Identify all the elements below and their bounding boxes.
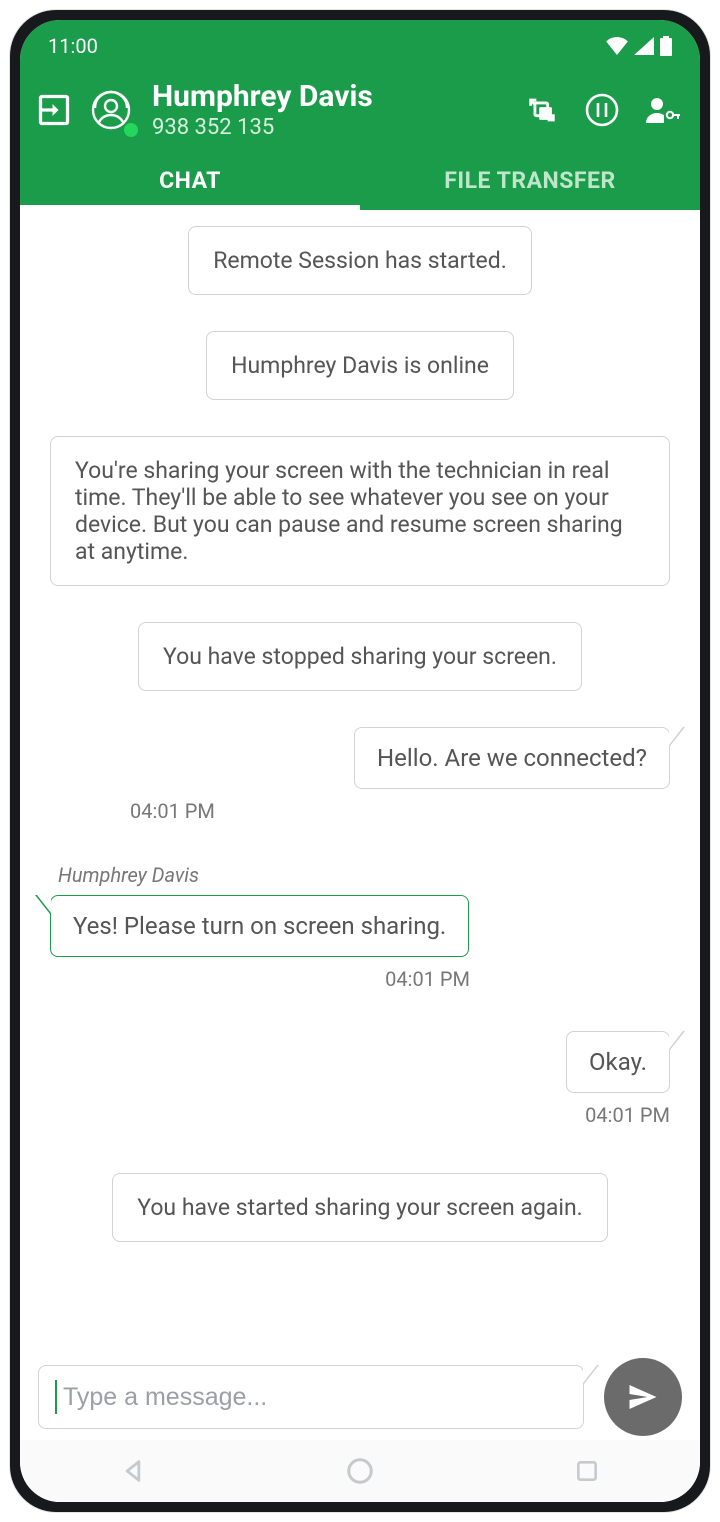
user-key-button[interactable] — [642, 90, 682, 130]
tab-chat[interactable]: CHAT — [20, 150, 360, 210]
nav-recent-button[interactable] — [569, 1453, 605, 1489]
composer — [20, 1348, 700, 1440]
message-time: 04:01 PM — [130, 1103, 670, 1127]
system-message: You're sharing your screen with the tech… — [50, 436, 670, 586]
pause-button[interactable] — [582, 90, 622, 130]
user-key-icon — [644, 95, 680, 125]
contact-title-block: Humphrey Davis 938 352 135 — [152, 80, 512, 140]
message-text: Yes! Please turn on screen sharing. — [73, 912, 446, 940]
contact-avatar[interactable] — [86, 85, 136, 135]
message-input-wrap[interactable] — [38, 1365, 584, 1429]
send-icon — [625, 1379, 661, 1415]
message-text: Hello. Are we connected? — [377, 744, 647, 772]
message-bubble: Okay. — [566, 1031, 670, 1093]
wifi-icon — [606, 37, 628, 55]
tab-file-transfer-label: FILE TRANSFER — [444, 167, 615, 194]
outgoing-message: Okay. 04:01 PM — [50, 1031, 670, 1127]
message-bubble: Hello. Are we connected? — [354, 727, 670, 789]
swap-role-button[interactable] — [522, 90, 562, 130]
exit-button[interactable] — [32, 88, 76, 132]
outgoing-message: Hello. Are we connected? 04:01 PM — [50, 727, 670, 823]
system-message: Remote Session has started. — [188, 226, 532, 295]
tab-chat-label: CHAT — [159, 167, 221, 194]
square-recent-icon — [574, 1458, 600, 1484]
android-nav-bar — [20, 1440, 700, 1502]
message-time: 04:01 PM — [50, 967, 470, 991]
text-caret — [55, 1380, 57, 1414]
system-message: Humphrey Davis is online — [206, 331, 514, 400]
message-text: Okay. — [589, 1048, 647, 1076]
battery-icon — [660, 36, 672, 56]
status-time: 11:00 — [48, 34, 98, 58]
nav-home-button[interactable] — [342, 1453, 378, 1489]
exit-icon — [36, 92, 72, 128]
session-id: 938 352 135 — [152, 115, 512, 140]
app-bar: Humphrey Davis 938 352 135 — [20, 72, 700, 150]
system-message: You have stopped sharing your screen. — [138, 622, 582, 691]
tab-bar: CHAT FILE TRANSFER — [20, 150, 700, 210]
swap-icon — [525, 93, 559, 127]
chat-scroll[interactable]: Remote Session has started. Humphrey Dav… — [20, 210, 700, 1348]
circle-home-icon — [345, 1456, 375, 1486]
status-icons — [606, 36, 672, 56]
system-message: You have started sharing your screen aga… — [112, 1173, 608, 1242]
contact-name: Humphrey Davis — [152, 80, 512, 113]
triangle-back-icon — [119, 1457, 147, 1485]
tab-file-transfer[interactable]: FILE TRANSFER — [360, 150, 700, 210]
message-input[interactable] — [61, 1382, 567, 1413]
nav-back-button[interactable] — [115, 1453, 151, 1489]
message-bubble: Yes! Please turn on screen sharing. — [50, 895, 469, 957]
signal-icon — [634, 37, 654, 55]
message-time: 04:01 PM — [130, 799, 670, 823]
pause-icon — [584, 92, 620, 128]
status-bar: 11:00 — [20, 20, 700, 72]
incoming-message: Humphrey Davis Yes! Please turn on scree… — [50, 863, 670, 991]
presence-online-indicator — [124, 123, 138, 137]
send-button[interactable] — [604, 1358, 682, 1436]
message-sender: Humphrey Davis — [58, 863, 670, 887]
